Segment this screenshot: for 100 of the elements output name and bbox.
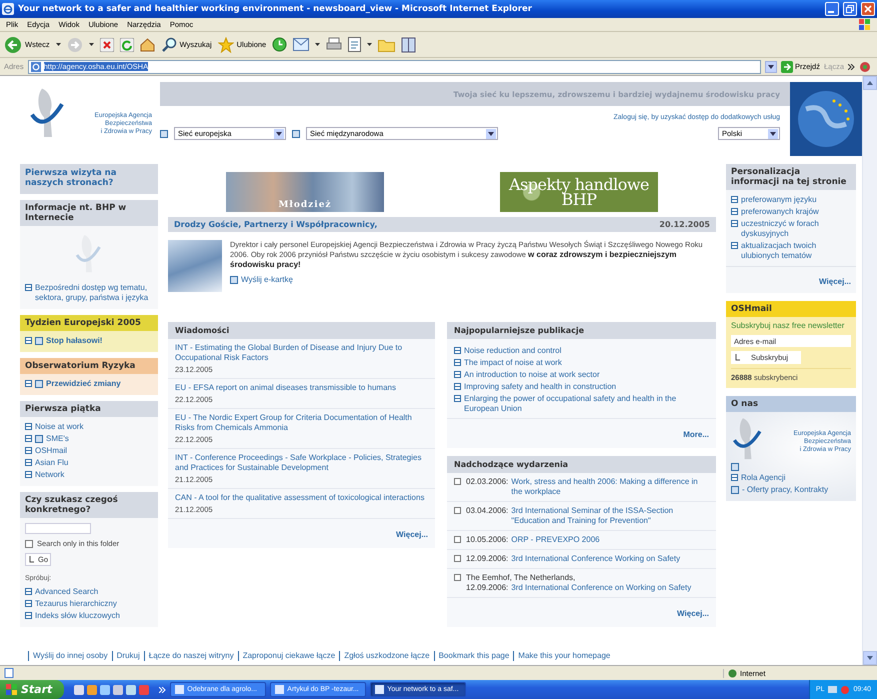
go-arrow-icon	[780, 60, 793, 72]
search-field[interactable]	[25, 523, 91, 534]
sidebar-link[interactable]: aktualizacjach twoich ulubionych tematów	[741, 241, 851, 261]
event-date: 03.04.2006:	[466, 506, 508, 517]
sidebar-link[interactable]: Asian Flu	[35, 458, 68, 468]
more-link[interactable]: More...	[683, 430, 709, 439]
bullet-icon	[731, 208, 738, 215]
sidebar-link[interactable]: Stop hałasowi!	[46, 336, 102, 346]
news-link[interactable]: EU - EFSA report on animal diseases transmissible to humans	[175, 383, 428, 393]
refresh-button[interactable]	[120, 38, 134, 52]
box-header: Personalizacja informacji na tej stronie	[726, 164, 856, 190]
research-button[interactable]	[401, 36, 416, 52]
sidebar-link[interactable]: Network	[35, 470, 64, 480]
ie-logo-icon	[2, 3, 14, 15]
search-link[interactable]: Tezaurus hierarchiczny	[35, 599, 117, 609]
event-link[interactable]: 3rd International Conference Working on Safety	[511, 554, 680, 564]
more-link[interactable]: Więcej...	[396, 530, 428, 539]
dropdown-button[interactable]	[764, 60, 777, 72]
publication-link[interactable]: The impact of noise at work	[464, 358, 562, 368]
sidebar-link[interactable]: Przewidzieć zmiany	[46, 379, 121, 389]
scroll-up-button[interactable]	[863, 76, 877, 90]
history-button[interactable]	[272, 37, 288, 52]
bullet-icon	[25, 588, 32, 595]
publication-link[interactable]: Enlarging the power of occupational safety and health in the European Union	[464, 394, 709, 414]
print-button[interactable]	[326, 37, 342, 52]
news-link[interactable]: CAN - A tool for the qualitative assessment of toxicological interactions	[175, 493, 428, 503]
ie-page-icon	[30, 62, 41, 72]
page-icon	[731, 463, 739, 471]
news-link[interactable]: INT - Estimating the Global Burden of Disease and Injury Due to Occupational Risk Factors	[175, 343, 428, 363]
edit-button[interactable]	[348, 37, 362, 52]
stop-button[interactable]	[100, 38, 114, 52]
caret-icon	[276, 132, 282, 136]
banner-title: Aspekty handlowe BHP	[508, 177, 650, 207]
quick-launch-icon	[87, 684, 98, 694]
checkbox[interactable]	[25, 540, 33, 548]
footer-link[interactable]: Drukuj	[112, 651, 144, 661]
box-header: Informacje nt. BHP w Internecie	[20, 200, 158, 226]
event-link[interactable]: ORP - PREVEXPO 2006	[511, 535, 600, 545]
box-header: O nas	[726, 396, 856, 412]
event-link[interactable]: Work, stress and health 2006: Making a difference in the workplace	[511, 477, 709, 497]
bullet-icon	[25, 435, 32, 442]
ecard-link[interactable]: Wyślij e-kartkę	[241, 275, 293, 285]
publication-link[interactable]: An introduction to noise at work sector	[464, 370, 600, 380]
bullet-icon	[25, 447, 32, 454]
news-link[interactable]: INT - Conference Proceedings - Safe Workplace - Policies, Strategies and Practices for Sustainable Development	[175, 453, 428, 473]
panel-title: Nadchodzące wydarzenia	[447, 456, 716, 473]
box-header: Pierwsza piątka	[20, 401, 158, 417]
promo-banner[interactable]: Aspekty handlowe BHP	[500, 172, 658, 212]
windows-logo-icon	[859, 19, 871, 30]
close-button[interactable]	[861, 2, 875, 16]
scroll-down-button[interactable]	[863, 651, 877, 665]
about-link[interactable]: - Oferty pracy, Kontrakty	[742, 485, 828, 495]
sidebar-link[interactable]: preferowanym języku	[741, 195, 817, 205]
home-button[interactable]	[140, 38, 155, 52]
extension-icon	[859, 60, 873, 72]
footer-link[interactable]: Zgłoś uszkodzone łącze	[339, 651, 434, 661]
footer-link[interactable]: Bookmark this page	[434, 651, 514, 661]
publication-link[interactable]: Noise reduction and control	[464, 346, 562, 356]
windows-logo-icon	[6, 684, 18, 695]
news-link[interactable]: EU - The Nordic Expert Group for Criteria Documentation of Health Risks from Chemicals Ammonia	[175, 413, 428, 433]
more-link[interactable]: Więcej...	[677, 609, 709, 618]
quick-launch-icon	[74, 684, 84, 694]
house-icon	[140, 38, 155, 52]
globe-icon	[796, 89, 856, 149]
bullet-icon	[25, 612, 32, 619]
event-link[interactable]: 3rd International Conference on Working on Safety	[511, 583, 692, 593]
box-header[interactable]: Pierwsza wizyta na naszych stronach?	[20, 164, 158, 194]
search-link[interactable]: Advanced Search	[35, 587, 98, 597]
photo-placeholder	[168, 240, 222, 292]
bullet-icon	[454, 383, 461, 390]
event-link[interactable]: 3rd International Seminar of the ISSA-Section "Education and Training for Prevention"	[511, 506, 709, 526]
footer-link[interactable]: Łącze do naszej witryny	[144, 651, 238, 661]
about-link[interactable]: Rola Agencji	[741, 473, 786, 483]
bullet-icon	[731, 220, 738, 227]
sidebar-link[interactable]: preferowanych krajów	[741, 207, 819, 217]
expand-icon	[454, 536, 461, 543]
sidebar-link[interactable]: OSHmail	[35, 446, 68, 456]
footer-link[interactable]: Zaproponuj ciekawe łącze	[238, 651, 340, 661]
sidebar-link[interactable]: Noise at work	[35, 422, 84, 432]
sidebar-link[interactable]: SME's	[46, 434, 69, 444]
expand-icon	[454, 507, 461, 514]
sidebar-link[interactable]: Bezpośredni dostęp wg tematu, sektora, grupy, państwa i języka	[35, 283, 153, 303]
footer-link[interactable]: Wyślij do innej osoby	[28, 651, 112, 661]
box-header: Tydzien Europejski 2005	[20, 315, 158, 331]
clock-icon	[272, 37, 288, 52]
publication-link[interactable]: Improving safety and health in construction	[464, 382, 616, 392]
minimize-button[interactable]	[825, 2, 839, 16]
expand-icon	[160, 130, 168, 138]
page-icon	[35, 337, 43, 345]
search-link[interactable]: Indeks słów kluczowych	[35, 611, 120, 621]
ecard-icon	[230, 276, 238, 284]
promo-banner[interactable]: Młodzież	[226, 172, 384, 212]
bullet-icon	[25, 459, 32, 466]
start-button[interactable]: Start	[0, 680, 64, 699]
footer-link[interactable]: Make this your homepage	[513, 651, 614, 661]
maximize-button[interactable]	[843, 2, 857, 16]
caret-icon	[768, 64, 774, 68]
greeting-date: 20.12.2005	[659, 220, 710, 229]
mail-button[interactable]	[293, 38, 310, 51]
more-link[interactable]: Więcej...	[819, 277, 851, 286]
